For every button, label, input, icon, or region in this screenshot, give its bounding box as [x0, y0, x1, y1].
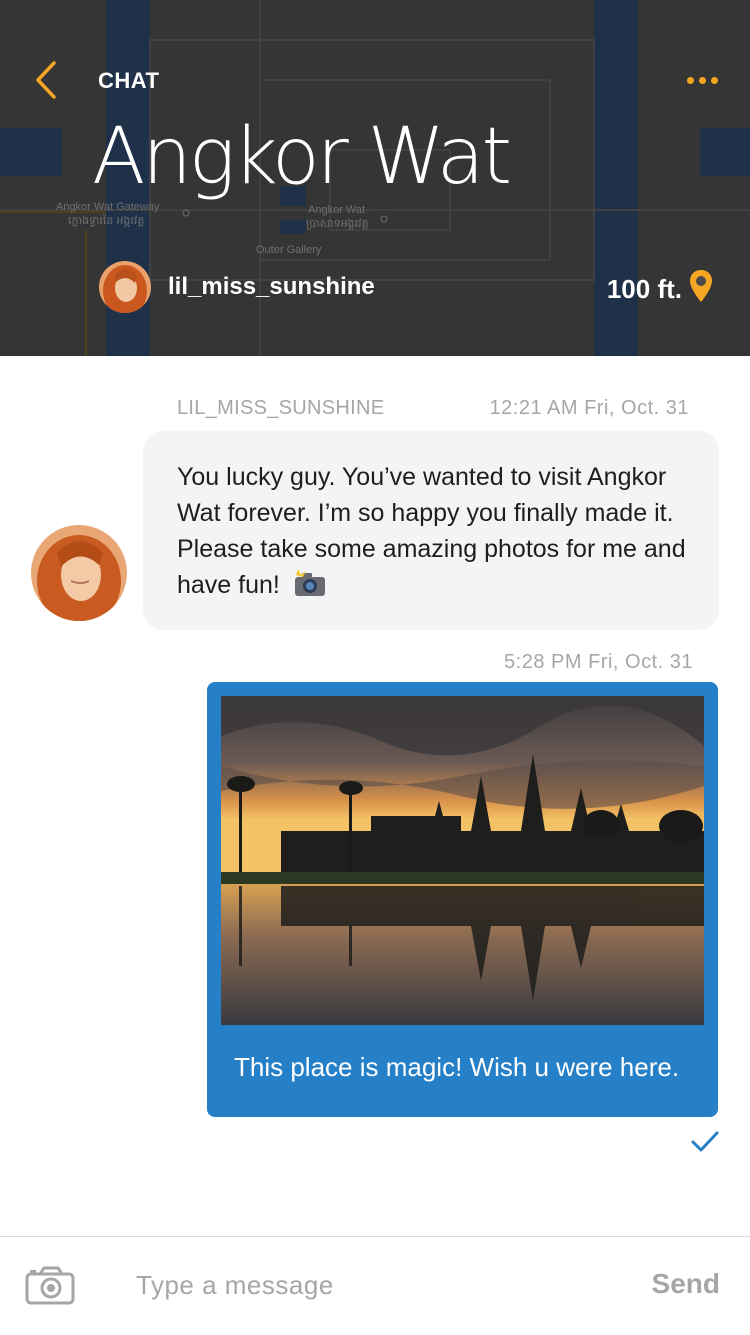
send-button[interactable]: Send: [652, 1268, 720, 1300]
ellipsis-icon: [686, 76, 694, 84]
chat-header: Angkor Wat Gateway ក្លោងទ្វារនៃ អង្គរវត្…: [0, 0, 750, 356]
incoming-message-bubble[interactable]: You lucky guy. You’ve wanted to visit An…: [143, 431, 719, 630]
message-sender: LIL_MISS_SUNSHINE: [177, 397, 385, 419]
sender-avatar[interactable]: [31, 525, 127, 621]
back-button[interactable]: [22, 56, 70, 104]
message-composer: Send: [0, 1236, 750, 1335]
avatar-photo: [31, 525, 127, 621]
more-options-button[interactable]: [678, 62, 726, 98]
outgoing-message-bubble[interactable]: This place is magic! Wish u were here.: [207, 682, 718, 1117]
camera-icon: [25, 1266, 75, 1305]
page-title: Angkor Wat: [92, 112, 512, 202]
map-pin-icon: [690, 270, 712, 302]
distance-label: 100 ft.: [606, 274, 682, 304]
header-username[interactable]: lil_miss_sunshine: [168, 273, 375, 301]
incoming-message-text: You lucky guy. You’ve wanted to visit An…: [177, 463, 686, 599]
ellipsis-dot: [710, 76, 718, 84]
outgoing-message-text: This place is magic! Wish u were here.: [234, 1052, 680, 1082]
avatar[interactable]: [99, 261, 151, 313]
ellipsis-dot: [698, 76, 706, 84]
message-timestamp: 12:21 AM Fri, Oct. 31: [489, 397, 689, 419]
message-photo[interactable]: [221, 696, 704, 1025]
message-input[interactable]: [134, 1263, 608, 1307]
avatar-photo: [99, 261, 151, 313]
section-label: CHAT: [98, 68, 160, 93]
camera-flash-emoji-icon: [292, 569, 328, 607]
chevron-left-icon: [36, 61, 56, 99]
message-timestamp: 5:28 PM Fri, Oct. 31: [504, 651, 693, 673]
checkmark-icon: [691, 1131, 719, 1152]
camera-button[interactable]: [24, 1265, 78, 1309]
angkor-wat-photo: [221, 696, 704, 1025]
